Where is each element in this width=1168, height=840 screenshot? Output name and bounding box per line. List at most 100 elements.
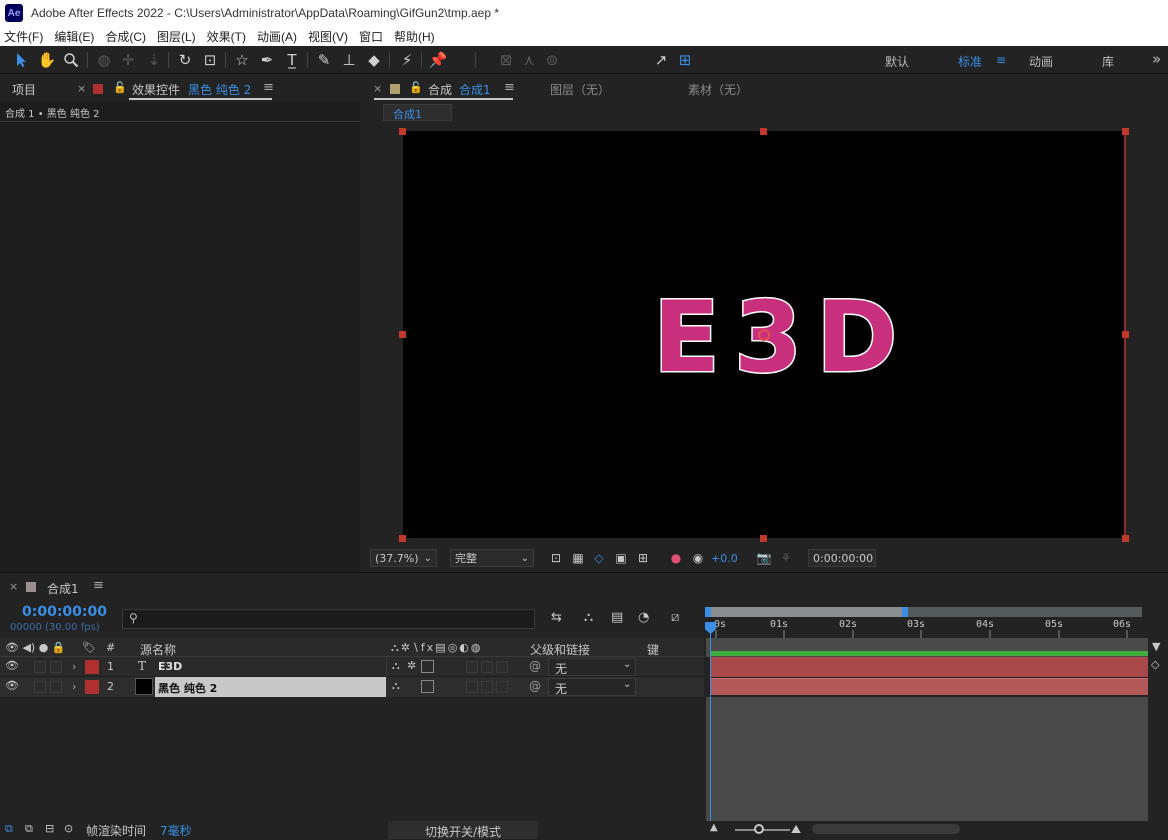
- parent-dropdown[interactable]: 无 ⌄: [548, 658, 636, 676]
- comp-flowchart-icon[interactable]: ⇆: [551, 610, 562, 625]
- collapse-switch-icon[interactable]: ✲: [407, 659, 416, 672]
- timeline-tab[interactable]: 合成1: [47, 580, 79, 597]
- transform-handle[interactable]: [399, 535, 406, 542]
- zoom-dropdown[interactable]: (37.7%) ⌄: [370, 549, 437, 567]
- zoom-out-icon[interactable]: ▲: [710, 822, 718, 833]
- timeline-timecode[interactable]: 0:00:00:00: [22, 604, 107, 620]
- roto-brush-tool-icon[interactable]: ⚡: [397, 50, 417, 70]
- adjustment-switch[interactable]: [481, 661, 493, 673]
- menu-effect[interactable]: 效果(T): [207, 28, 246, 45]
- transform-handle[interactable]: [1122, 535, 1129, 542]
- dolly-camera-icon[interactable]: ⇣: [144, 50, 164, 70]
- timeline-track-area[interactable]: [706, 697, 1148, 821]
- orbit-camera-icon[interactable]: ◍: [94, 50, 114, 70]
- tab-footage[interactable]: 素材（无）: [688, 81, 748, 98]
- menu-view[interactable]: 视图(V): [308, 28, 348, 45]
- source-name-header[interactable]: 源名称: [140, 641, 176, 658]
- channel-rgb-icon[interactable]: ●: [668, 550, 684, 566]
- snap-edge-icon[interactable]: ↗: [651, 50, 671, 70]
- pick-whip-icon[interactable]: @: [529, 659, 541, 673]
- lock-icon[interactable]: 🔓: [409, 81, 423, 94]
- type-tool-icon[interactable]: T̲: [282, 50, 302, 70]
- 3d-switch[interactable]: [496, 661, 508, 673]
- menu-window[interactable]: 窗口: [359, 28, 383, 45]
- tab-composition-name[interactable]: 合成1: [459, 81, 491, 98]
- clone-stamp-tool-icon[interactable]: ⊥: [339, 50, 359, 70]
- fast-preview-icon[interactable]: ⊡: [548, 550, 564, 566]
- tab-composition[interactable]: 合成: [428, 81, 452, 98]
- table-row[interactable]: 👁 › 2 黑色 纯色 2 ⛬ @ 无 ⌄: [0, 677, 704, 697]
- resolution-dropdown[interactable]: 完整 ⌄: [450, 549, 534, 567]
- rotation-tool-icon[interactable]: ↻: [175, 50, 195, 70]
- time-navigator-range[interactable]: [708, 607, 904, 617]
- frame-blending-icon[interactable]: ▤: [611, 610, 623, 625]
- close-icon[interactable]: ×: [77, 82, 86, 95]
- brush-tool-icon[interactable]: ✎: [314, 50, 334, 70]
- lock-switch[interactable]: [50, 661, 62, 673]
- motion-blur-switch[interactable]: [466, 681, 478, 693]
- comp-chip[interactable]: 合成1: [383, 104, 452, 121]
- reset-exposure-icon[interactable]: ◉: [690, 550, 706, 566]
- pick-whip-icon[interactable]: @: [529, 679, 541, 693]
- shy-switch-icon[interactable]: ⛬: [392, 659, 400, 673]
- view-axis-icon[interactable]: ⊚: [542, 50, 562, 70]
- shy-layers-icon[interactable]: ⛬: [584, 610, 593, 625]
- show-snapshot-icon[interactable]: ⚘: [778, 550, 794, 566]
- mask-visibility-icon[interactable]: ◇: [591, 550, 607, 566]
- chevron-right-icon[interactable]: ›: [72, 660, 76, 673]
- adjustment-switch[interactable]: [481, 681, 493, 693]
- transform-handle[interactable]: [760, 128, 767, 135]
- layer-duration-bar[interactable]: [711, 657, 1148, 677]
- world-axis-icon[interactable]: ⋏: [519, 50, 539, 70]
- workspace-animation[interactable]: 动画: [1029, 53, 1053, 70]
- hand-tool-icon[interactable]: ✋: [37, 50, 57, 70]
- quality-switch-icon[interactable]: [421, 680, 434, 693]
- eye-icon[interactable]: 👁: [5, 659, 19, 672]
- workspace-library[interactable]: 库: [1102, 53, 1114, 70]
- navigator-end-handle[interactable]: [902, 607, 908, 617]
- composition-canvas[interactable]: E3D: [403, 131, 1126, 538]
- navigator-start-handle[interactable]: [705, 607, 711, 617]
- menu-file[interactable]: 文件(F): [4, 28, 43, 45]
- table-row[interactable]: 👁 › 1 T E3D ⛬ ✲ @ 无 ⌄: [0, 657, 704, 677]
- e3d-text-layer[interactable]: E3D: [651, 280, 911, 397]
- snap-grid-icon[interactable]: ⊞: [675, 50, 695, 70]
- keyframe-nav-icon[interactable]: ◇: [1151, 658, 1159, 671]
- layer-search-input[interactable]: ⚲: [122, 609, 535, 629]
- local-axis-icon[interactable]: ⊠: [496, 50, 516, 70]
- selection-tool-icon[interactable]: [12, 50, 32, 70]
- tab-layer[interactable]: 图层（无）: [550, 81, 610, 98]
- zoom-tool-icon[interactable]: [61, 50, 81, 70]
- footer-toggle-icon[interactable]: ⧉: [5, 822, 13, 836]
- toggle-switches-modes-button[interactable]: 切换开关/模式: [388, 821, 538, 839]
- parent-dropdown[interactable]: 无 ⌄: [548, 678, 636, 696]
- anchor-point-icon[interactable]: [758, 329, 770, 341]
- workspace-overflow-icon[interactable]: »: [1152, 50, 1161, 68]
- puppet-pin-tool-icon[interactable]: 📌: [428, 50, 448, 70]
- layer-name[interactable]: E3D: [158, 660, 182, 673]
- lock-icon[interactable]: 🔓: [113, 81, 127, 94]
- transform-handle[interactable]: [760, 535, 767, 542]
- workspace-menu-icon[interactable]: ≡: [996, 53, 1006, 67]
- footer-render-icon[interactable]: ⊙: [64, 822, 73, 835]
- parent-link-header[interactable]: 父级和链接: [530, 641, 590, 658]
- close-icon[interactable]: ×: [9, 580, 18, 593]
- zoom-slider-thumb[interactable]: [754, 824, 764, 834]
- timeline-scrollbar[interactable]: [812, 824, 960, 834]
- tab-effect-controls-layer[interactable]: 黑色 纯色 2: [188, 81, 251, 98]
- transform-handle[interactable]: [399, 331, 406, 338]
- close-icon[interactable]: ×: [373, 82, 382, 95]
- comp-marker-icon[interactable]: ▼: [1152, 640, 1160, 653]
- layer-name[interactable]: 黑色 纯色 2: [158, 680, 217, 696]
- playhead-line[interactable]: [710, 624, 711, 821]
- region-of-interest-icon[interactable]: ▣: [613, 550, 629, 566]
- chevron-right-icon[interactable]: ›: [72, 680, 76, 693]
- pen-tool-icon[interactable]: ✒: [257, 50, 277, 70]
- lock-switch[interactable]: [50, 681, 62, 693]
- transform-handle[interactable]: [1122, 331, 1129, 338]
- transform-handle[interactable]: [1122, 128, 1129, 135]
- layer-label-color[interactable]: [85, 660, 99, 674]
- graph-editor-icon[interactable]: ⧄: [671, 610, 679, 625]
- grid-guides-icon[interactable]: ⊞: [635, 550, 651, 566]
- footer-modes-icon[interactable]: ⧉: [25, 822, 33, 836]
